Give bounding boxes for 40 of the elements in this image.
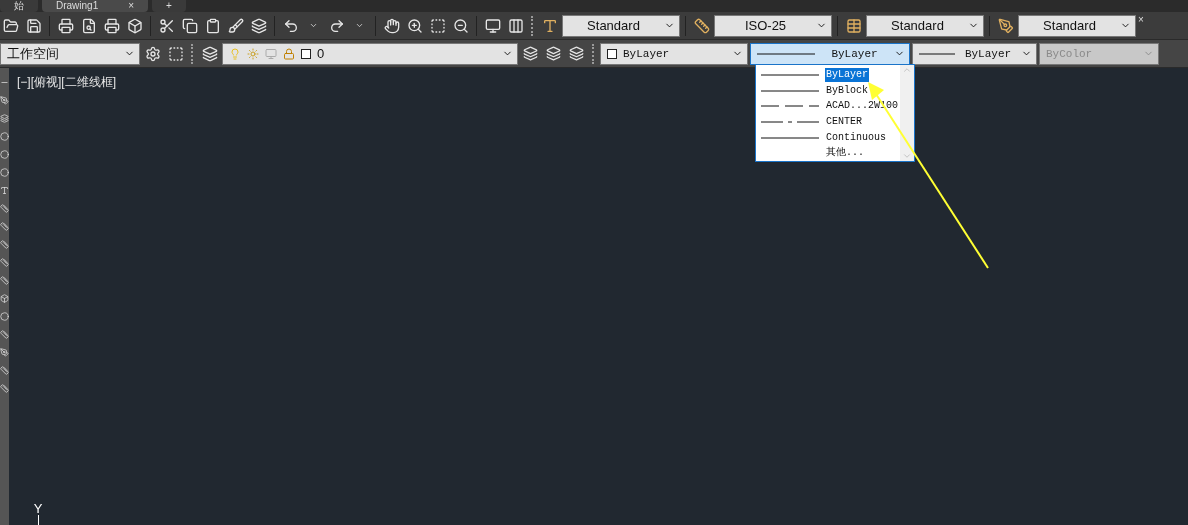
draw-tool-icon[interactable] xyxy=(0,348,9,357)
color-swatch-icon xyxy=(607,48,617,59)
linetype-option[interactable]: 其他... xyxy=(761,145,900,162)
linetype-option[interactable]: ByBlock xyxy=(761,82,900,99)
linetype-dropdown[interactable]: ByLayer xyxy=(750,42,910,65)
draw-tool-icon[interactable] xyxy=(0,384,9,393)
linetype-option[interactable]: Continuous xyxy=(761,129,900,146)
document-tab[interactable]: 始 xyxy=(0,0,38,12)
close-icon[interactable]: × xyxy=(128,0,135,12)
linetype-option[interactable]: CENTER xyxy=(761,114,900,130)
viewport-label[interactable]: [−][俯视][二维线框] xyxy=(17,74,116,91)
style-dropdown[interactable]: Standard xyxy=(866,14,984,37)
color-swatch-icon xyxy=(301,48,311,59)
layer-dropdown[interactable]: 0 xyxy=(222,42,518,65)
style-dropdown[interactable]: Standard xyxy=(1018,14,1136,37)
draw-tool-icon[interactable] xyxy=(0,186,9,195)
lightbulb-icon xyxy=(229,47,241,60)
color-dropdown[interactable]: ByLayer xyxy=(600,42,748,65)
draw-tool-icon[interactable] xyxy=(0,294,9,303)
draw-tool-icon[interactable] xyxy=(0,240,9,249)
draw-tool-icon[interactable] xyxy=(0,366,9,375)
sun-icon xyxy=(247,47,259,60)
document-tab[interactable]: + xyxy=(152,0,186,12)
linetype-option[interactable]: ByLayer xyxy=(761,67,900,83)
viewport-icon xyxy=(265,47,277,60)
draw-tool-icon[interactable] xyxy=(0,114,9,123)
document-tab[interactable]: Drawing1 × xyxy=(42,0,149,12)
draw-tool-icon[interactable] xyxy=(0,276,9,285)
lock-icon xyxy=(283,47,295,60)
draw-tool-icon[interactable] xyxy=(0,96,9,105)
style-dropdown[interactable]: Standard xyxy=(562,14,680,37)
draw-tool-icon[interactable] xyxy=(0,258,9,267)
draw-tool-icon[interactable] xyxy=(0,312,9,321)
close-icon[interactable]: × xyxy=(1138,14,1144,25)
draw-tool-icon[interactable] xyxy=(0,330,9,339)
workspace-dropdown[interactable]: 工作空间 xyxy=(0,42,140,65)
style-dropdown[interactable]: ISO-25 xyxy=(714,14,832,37)
lineweight-dropdown[interactable]: ByLayer xyxy=(912,42,1037,65)
draw-tool-icon[interactable] xyxy=(0,204,9,213)
draw-tool-icon[interactable] xyxy=(0,222,9,231)
